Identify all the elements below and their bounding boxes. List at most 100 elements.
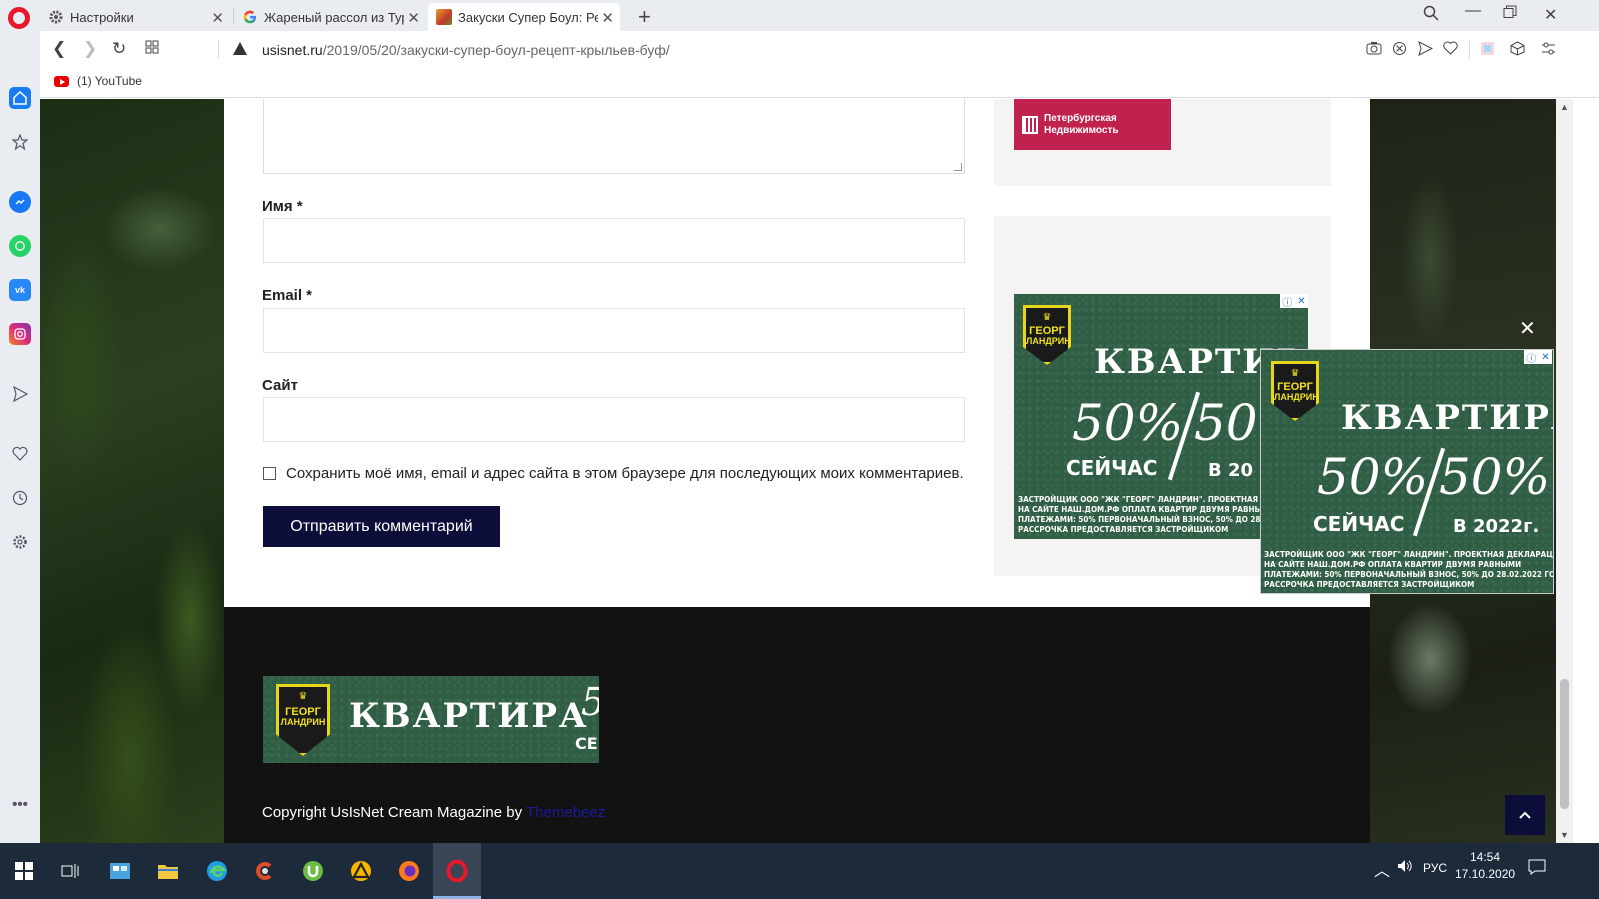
ccleaner-icon[interactable] [241, 843, 289, 899]
opera-icon[interactable] [433, 843, 481, 899]
more-icon[interactable]: ••• [9, 793, 31, 815]
reload-button[interactable]: ↻ [112, 39, 126, 59]
settings-icon[interactable] [9, 531, 31, 553]
clock-time: 14:54 [1469, 850, 1501, 864]
utorrent-icon[interactable] [289, 843, 337, 899]
scroll-to-top-button[interactable] [1505, 795, 1545, 835]
speed-dial-icon[interactable] [145, 39, 159, 59]
adchoices-icon[interactable]: ⓘ ✕ [1524, 350, 1552, 365]
ad-fine-print: НА САЙТЕ НАШ.ДОМ.РФ ОПЛАТА КВАРТИР ДВУМЯ… [1264, 560, 1522, 569]
clock-date: 17.10.2020 [1455, 867, 1516, 881]
comment-textarea[interactable] [263, 99, 965, 174]
minimize-button[interactable]: — [1465, 2, 1481, 20]
tab-article[interactable]: Закуски Супер Боул: Рецепт ✕ [428, 3, 620, 31]
volume-icon[interactable] [1397, 859, 1413, 876]
youtube-icon [54, 76, 69, 87]
history-icon[interactable] [9, 487, 31, 509]
site-field[interactable] [263, 397, 965, 442]
notifications-icon[interactable] [1528, 858, 1546, 879]
task-view-icon[interactable] [46, 843, 94, 899]
tab-google[interactable]: Жареный рассол из Турции ✕ [234, 3, 426, 31]
clock[interactable]: 14:54 17.10.2020 [1455, 849, 1515, 883]
sidebar-widget-logo: Петербургская Недвижимость [994, 99, 1331, 186]
home-icon[interactable] [9, 87, 31, 109]
building-icon [1022, 115, 1038, 134]
ad-later: В 2022г. [1453, 516, 1540, 537]
bookmarks-icon[interactable] [9, 131, 31, 153]
heart-icon[interactable] [9, 442, 31, 464]
email-field[interactable] [263, 308, 965, 353]
site-footer: ♛ ГЕОРГЛАНДРИН КВАРТИРА 5 СЕ Copyright U… [224, 607, 1370, 843]
restore-button[interactable] [1503, 5, 1517, 24]
ad-now: СЕ [575, 734, 598, 753]
language-indicator[interactable]: РУС [1423, 861, 1447, 875]
copyright-text: Copyright UsIsNet Cream Magazine by Them… [262, 804, 606, 821]
close-icon[interactable]: ✕ [211, 9, 224, 27]
close-icon[interactable]: ✕ [601, 9, 614, 27]
themebeez-link[interactable]: Themebeez [526, 804, 605, 821]
tab-settings[interactable]: Настройки ✕ [40, 3, 230, 31]
opera-menu-icon[interactable] [8, 7, 30, 29]
submit-comment-button[interactable]: Отправить комментарий [263, 506, 500, 547]
ad-fine-print: ЗАСТРОЙЩИК ООО "ЖК "ГЕОРГ" ЛАНДРИН". ПРО… [1264, 550, 1554, 559]
ad-fine-print: РАССРОЧКА ПРЕДОСТАВЛЯЕТСЯ ЗАСТРОЙЩИКОМ [1018, 525, 1229, 534]
whatsapp-icon[interactable] [9, 235, 31, 257]
start-icon[interactable] [0, 843, 48, 899]
firefox-icon[interactable] [385, 843, 433, 899]
ad-now: СЕЙЧАС [1313, 512, 1405, 536]
not-secure-icon[interactable] [233, 42, 247, 55]
resize-handle-icon[interactable] [954, 163, 962, 171]
name-field[interactable] [263, 218, 965, 263]
url-field[interactable]: usisnet.ru/2019/05/20/закуски-супер-боул… [262, 42, 670, 58]
instagram-icon[interactable] [9, 323, 31, 345]
new-tab-button[interactable]: + [638, 4, 651, 30]
google-icon [242, 9, 258, 25]
ad-later: В 20 [1208, 460, 1254, 481]
scrollbar-thumb[interactable] [1560, 679, 1569, 809]
bookmark-youtube[interactable]: (1) YouTube [77, 74, 142, 88]
adblock-icon[interactable] [1392, 41, 1407, 59]
vk-icon[interactable]: vk [9, 279, 31, 301]
tray-chevron-icon[interactable]: ︿ [1374, 857, 1390, 881]
scroll-down-arrow-icon[interactable]: ▼ [1560, 830, 1569, 840]
ad-headline: КВАРТИРА [1341, 398, 1553, 438]
search-tabs-icon[interactable] [1423, 5, 1439, 26]
store-icon[interactable] [96, 843, 144, 899]
ad-fine-print: РАССРОЧКА ПРЕДОСТАВЛЯЕТСЯ ЗАСТРОЙЩИКОМ [1264, 580, 1475, 589]
crown-icon: ♛ [1042, 312, 1052, 323]
extensions-cube-icon[interactable] [1510, 41, 1525, 59]
ad-percent-left: 5 [581, 680, 599, 724]
site-label: Сайт [262, 377, 298, 394]
send-icon[interactable] [1418, 41, 1434, 59]
heart-icon[interactable] [1443, 41, 1458, 58]
close-icon[interactable]: ✕ [407, 9, 420, 27]
peterburg-realty-logo[interactable]: Петербургская Недвижимость [1014, 99, 1171, 150]
footer-ad-banner[interactable]: ♛ ГЕОРГЛАНДРИН КВАРТИРА 5 СЕ [263, 676, 599, 763]
close-window-button[interactable]: ✕ [1544, 5, 1557, 25]
flow-icon[interactable] [9, 383, 31, 405]
floating-ad-banner[interactable]: ♛ ГЕОРГЛАНДРИН КВАРТИРА 50% 50% СЕЙЧАС В… [1260, 349, 1554, 594]
page-scrollbar[interactable]: ▲ ▼ [1556, 99, 1573, 843]
georg-landrin-logo: ♛ ГЕОРГ ЛАНДРИН [1023, 305, 1071, 365]
crown-icon: ♛ [298, 691, 308, 702]
back-button[interactable]: ❮ [52, 39, 66, 59]
file-explorer-icon[interactable] [144, 843, 192, 899]
scroll-up-arrow-icon[interactable]: ▲ [1560, 102, 1569, 112]
aimp-icon[interactable] [337, 843, 385, 899]
address-bar: ❮ ❯ ↻ usisnet.ru/2019/05/20/закуски-супе… [40, 31, 1599, 68]
close-popup-ad-icon[interactable]: ✕ [1519, 316, 1536, 341]
remember-checkbox[interactable] [263, 467, 276, 480]
ad-fine-print: НА САЙТЕ НАШ.ДОМ.РФ ОПЛАТА КВАРТИР ДВУМЯ… [1018, 505, 1270, 514]
tab-title: Закуски Супер Боул: Рецепт [458, 9, 598, 25]
opera-sidebar: vk ••• [0, 31, 40, 843]
messenger-icon[interactable] [9, 191, 31, 213]
forward-button[interactable]: ❯ [83, 39, 97, 59]
ad-fine-print: ПЛАТЕЖАМИ: 50% ПЕРВОНАЧАЛЬНЫЙ ВЗНОС, 50%… [1264, 570, 1554, 579]
easy-setup-icon[interactable] [1541, 41, 1556, 59]
edge-icon[interactable] [193, 843, 241, 899]
snapshot-icon[interactable] [1366, 41, 1382, 58]
ad-fine-print: ЗАСТРОЙЩИК ООО "ЖК "ГЕОРГ" ЛАНДРИН". ПРО… [1018, 495, 1272, 504]
gear-icon [48, 9, 64, 25]
wallet-icon[interactable] [1480, 41, 1495, 59]
adchoices-icon[interactable]: ⓘ ✕ [1280, 294, 1308, 309]
